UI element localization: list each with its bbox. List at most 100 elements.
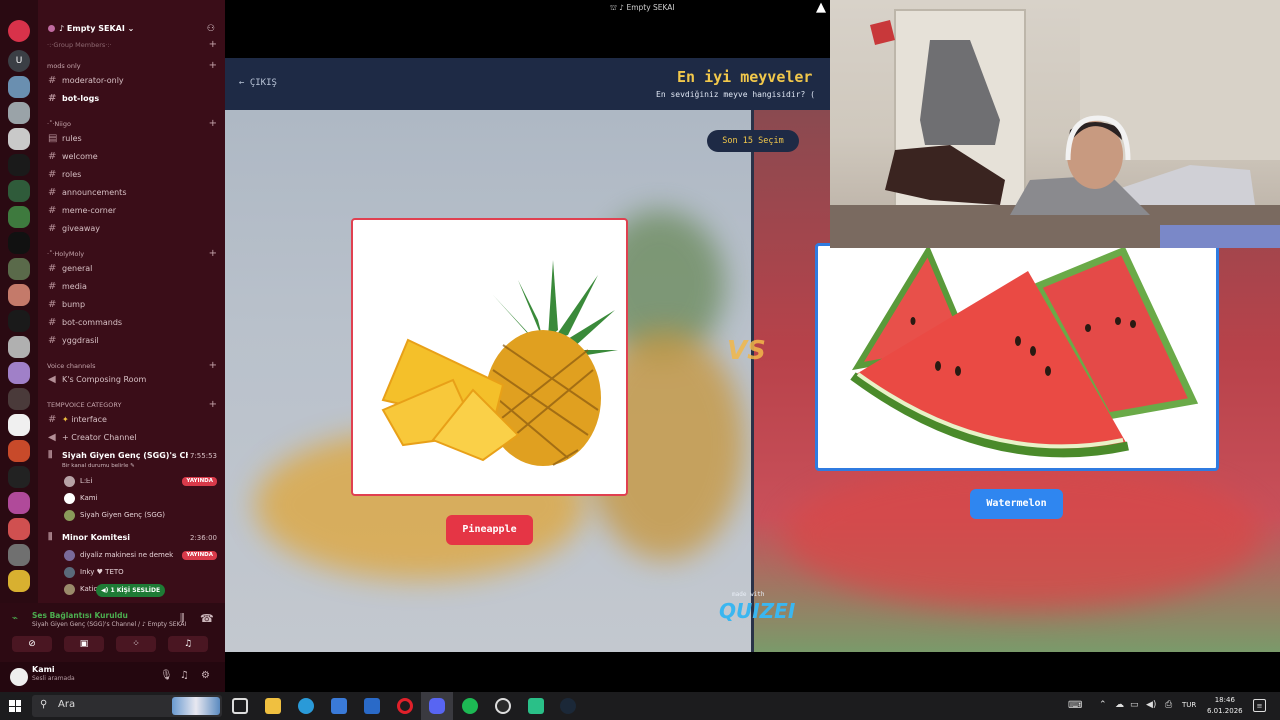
soundboard-button[interactable]: ♫	[168, 636, 208, 652]
server-icon[interactable]	[8, 206, 30, 228]
channel-yggdrasil[interactable]: # yggdrasil	[48, 333, 218, 348]
mail-icon[interactable]	[364, 698, 380, 714]
add-channel-icon[interactable]: +	[209, 40, 217, 50]
server-icon[interactable]	[8, 284, 30, 306]
server-icon[interactable]	[8, 518, 30, 540]
option-label-pineapple[interactable]: Pineapple	[446, 515, 533, 545]
noise-suppression-icon[interactable]: ⫼	[180, 613, 185, 624]
task-view-icon[interactable]	[232, 698, 248, 714]
channel-welcome[interactable]: # welcome	[48, 149, 218, 164]
channel-moderator-only[interactable]: # moderator-only	[48, 73, 218, 88]
option-label-watermelon[interactable]: Watermelon	[970, 489, 1063, 519]
server-icon[interactable]	[8, 310, 30, 332]
voice-user[interactable]: diyaliz makinesi ne demek	[64, 548, 173, 562]
discord-home-icon[interactable]	[8, 20, 30, 42]
taskbar-search[interactable]: ⚲ Ara	[32, 695, 222, 717]
voice-channel-status[interactable]: Bir kanal durumu belirle ✎	[62, 463, 135, 469]
channel-announcements[interactable]: # announcements	[48, 185, 218, 200]
headphones-icon[interactable]: ♫	[180, 670, 189, 681]
server-icon[interactable]	[8, 336, 30, 358]
voice-user[interactable]: Katio	[64, 582, 98, 596]
category-tempvoice[interactable]: TEMPVOICE CATEGORY	[47, 401, 121, 409]
voice-user[interactable]: Inky ♥ TETO	[64, 565, 124, 579]
server-icon[interactable]	[8, 76, 30, 98]
voice-user[interactable]: Siyah Giyen Genç (SGG)	[64, 508, 165, 522]
camera-off-button[interactable]: ⊘	[12, 636, 52, 652]
server-icon[interactable]	[8, 232, 30, 254]
quizei-logo[interactable]: QUIZEI	[719, 599, 795, 623]
server-icon[interactable]	[8, 544, 30, 566]
settings-icon[interactable]: ⚙	[201, 670, 210, 681]
language-indicator[interactable]: TUR	[1182, 701, 1196, 709]
server-icon[interactable]	[8, 258, 30, 280]
server-icon[interactable]	[8, 362, 30, 384]
voice-connection-channel[interactable]: Siyah Giyen Genç (SGG)'s Channel / ♪ Emp…	[32, 621, 186, 628]
add-channel-icon[interactable]: +	[209, 61, 217, 71]
category-niigo[interactable]: ·˚·Niigo	[47, 120, 71, 128]
server-icon[interactable]: U	[8, 50, 30, 72]
option-card-pineapple[interactable]	[351, 218, 628, 496]
voice-user[interactable]: Kami	[64, 491, 98, 505]
voice-channel-sgg[interactable]: ⦀ Siyah Giyen Genç (SGG)'s Cha...	[48, 448, 188, 463]
voice-user[interactable]: ᒪ:ᖶi	[64, 474, 92, 488]
tray-chevron-up-icon[interactable]: ⌃	[1099, 700, 1107, 710]
server-icon[interactable]	[8, 414, 30, 436]
app-icon[interactable]	[528, 698, 544, 714]
channel-interface[interactable]: # ✦ interface	[48, 412, 218, 427]
server-icon[interactable]	[8, 492, 30, 514]
steam-icon[interactable]	[560, 698, 576, 714]
server-header[interactable]: ♪ Empty SEKAI ⌄	[38, 18, 225, 40]
add-channel-icon[interactable]: +	[209, 361, 217, 371]
recent-picks-button[interactable]: Son 15 Seçim	[707, 130, 799, 152]
server-icon[interactable]	[8, 154, 30, 176]
category-mods-only[interactable]: mods only	[47, 62, 81, 70]
add-channel-icon[interactable]: +	[209, 249, 217, 259]
store-icon[interactable]	[331, 698, 347, 714]
server-icon[interactable]	[8, 180, 30, 202]
disconnect-icon[interactable]: ☎	[200, 612, 214, 625]
option-card-watermelon[interactable]	[815, 243, 1219, 471]
channel-roles[interactable]: # roles	[48, 167, 218, 182]
cloud-icon[interactable]: ☁	[1115, 700, 1124, 710]
server-icon[interactable]	[8, 440, 30, 462]
keyboard-icon[interactable]: ⌨	[1068, 700, 1082, 711]
voice-count-pill[interactable]: ◀) 1 KİŞİ SESLİDE	[96, 584, 166, 597]
avatar[interactable]	[10, 668, 28, 686]
discord-icon[interactable]	[429, 698, 445, 714]
microphone-icon[interactable]: 🎙︎	[160, 670, 173, 681]
category-voice-channels[interactable]: Voice channels	[47, 362, 95, 370]
category-holymoly[interactable]: ·˚·HolyMoly	[47, 250, 84, 258]
activities-button[interactable]: ⁘	[116, 636, 156, 652]
server-icon[interactable]	[8, 466, 30, 488]
channel-general[interactable]: # general	[48, 261, 218, 276]
channel-media[interactable]: # media	[48, 279, 218, 294]
edge-browser-icon[interactable]	[298, 698, 314, 714]
channel-bot-commands[interactable]: # bot-commands	[48, 315, 218, 330]
channel-rules[interactable]: ▤ rules	[48, 131, 218, 146]
exit-button[interactable]: ← ÇIKIŞ	[239, 78, 277, 88]
taskbar-clock[interactable]: 18:46 6.01.2026	[1207, 695, 1243, 717]
microphone-tray-icon[interactable]: ⎙	[1165, 700, 1172, 710]
network-icon[interactable]: ▭	[1130, 700, 1139, 710]
volume-icon[interactable]: ◀)	[1146, 700, 1156, 710]
channel-meme-corner[interactable]: # meme-corner	[48, 203, 218, 218]
add-channel-icon[interactable]: +	[209, 400, 217, 410]
opera-icon[interactable]	[397, 698, 413, 714]
channel-giveaway[interactable]: # giveaway	[48, 221, 218, 236]
voice-channel-composing-room[interactable]: ◀ K's Composing Room	[48, 372, 218, 387]
windows-start-icon[interactable]	[9, 700, 21, 712]
voice-channel-creator[interactable]: ◀ + Creator Channel	[48, 430, 218, 445]
user-name[interactable]: Kami	[32, 665, 55, 674]
obs-icon[interactable]	[495, 698, 511, 714]
spotify-icon[interactable]	[462, 698, 478, 714]
channel-bot-logs[interactable]: # bot-logs	[48, 91, 218, 106]
server-icon[interactable]	[8, 388, 30, 410]
file-explorer-icon[interactable]	[265, 698, 281, 714]
channel-bump[interactable]: # bump	[48, 297, 218, 312]
add-channel-icon[interactable]: +	[209, 119, 217, 129]
add-member-icon[interactable]: ⚇	[207, 24, 215, 34]
notifications-icon[interactable]: ≡	[1253, 699, 1266, 712]
server-icon[interactable]	[8, 570, 30, 592]
server-icon[interactable]	[8, 128, 30, 150]
screen-share-button[interactable]: ▣	[64, 636, 104, 652]
